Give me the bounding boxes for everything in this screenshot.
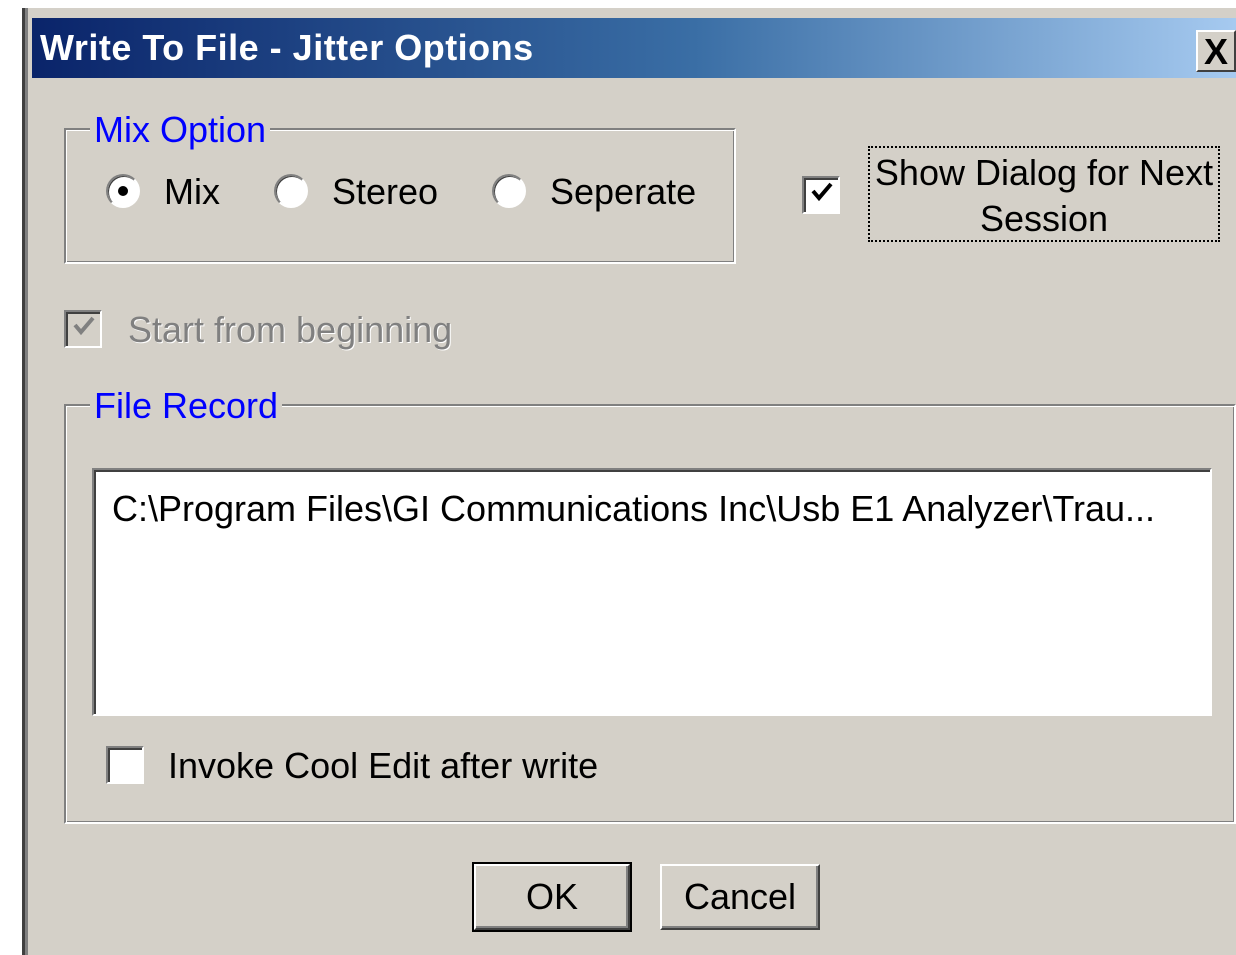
list-item[interactable]: C:\Program Files\GI Communications Inc\U… [112,488,1155,530]
file-record-list[interactable]: C:\Program Files\GI Communications Inc\U… [92,468,1212,716]
check-icon [811,182,833,202]
ok-button[interactable]: OK [472,862,632,932]
radio-selected-dot [118,186,128,196]
window-border-left-inner [25,8,28,955]
start-from-beginning-label[interactable]: Start from beginning [128,310,452,350]
radio-mix-label[interactable]: Mix [164,172,220,212]
check-icon [73,316,95,336]
cancel-button[interactable]: Cancel [660,864,820,930]
show-dialog-label-line2: Session [979,198,1109,239]
file-record-legend: File Record [90,386,283,426]
invoke-cool-edit-checkbox[interactable] [106,746,144,784]
radio-seperate[interactable] [492,174,526,208]
show-dialog-label[interactable]: Show Dialog for Next Session [868,146,1220,242]
show-dialog-label-line1: Show Dialog for Next [874,152,1214,193]
title-bar[interactable]: Write To File - Jitter Options [32,18,1236,78]
radio-seperate-label[interactable]: Seperate [550,172,696,212]
radio-mix[interactable] [106,174,140,208]
close-button[interactable]: X [1196,30,1236,72]
close-icon: X [1204,31,1229,72]
invoke-cool-edit-label[interactable]: Invoke Cool Edit after write [168,746,598,786]
mix-option-legend: Mix Option [90,110,271,150]
radio-stereo[interactable] [274,174,308,208]
show-dialog-checkbox[interactable] [802,176,840,214]
start-from-beginning-checkbox[interactable] [64,310,102,348]
window-title: Write To File - Jitter Options [40,27,534,68]
radio-stereo-label[interactable]: Stereo [332,172,438,212]
